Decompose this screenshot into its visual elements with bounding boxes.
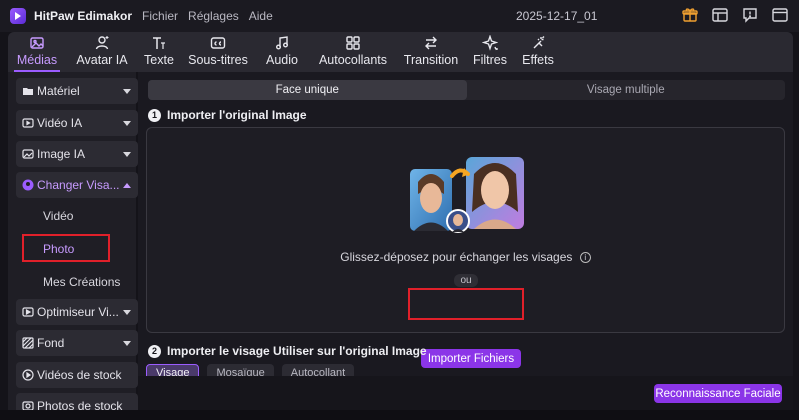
background-icon xyxy=(22,337,34,349)
face-swap-icon xyxy=(22,179,34,191)
window-icon[interactable] xyxy=(771,6,789,24)
text-icon xyxy=(151,35,167,51)
step-title: Importer l'original Image xyxy=(167,108,307,122)
tool-effets[interactable]: Effets xyxy=(516,32,560,72)
sidebar-subitem-video[interactable]: Vidéo xyxy=(43,209,73,223)
dropzone-hint: Glissez-déposez pour échanger les visage… xyxy=(147,250,784,264)
bottom-edge xyxy=(0,410,799,420)
or-separator: ou xyxy=(454,274,478,287)
info-icon[interactable]: i xyxy=(579,252,591,264)
media-icon xyxy=(29,35,45,51)
chevron-down-icon xyxy=(120,86,134,96)
tool-audio[interactable]: Audio xyxy=(256,32,308,72)
menu-file[interactable]: Fichier xyxy=(142,9,178,23)
sidebar-subitem-mes-creations[interactable]: Mes Créations xyxy=(43,275,120,289)
step-1-heading: 1 Importer l'original Image xyxy=(148,108,307,122)
video-ai-icon xyxy=(22,117,34,129)
sidebar-item-optimiseur[interactable]: Optimiseur Vi... xyxy=(16,299,138,325)
face-recognition-button[interactable]: Reconnaissance Faciale xyxy=(654,384,782,403)
import-highlight-box xyxy=(408,288,524,320)
gift-icon[interactable] xyxy=(681,6,699,24)
main-toolbar: Médias Avatar IA Texte Sous-titres Audio… xyxy=(8,32,793,72)
mode-tabs: Face unique Visage multiple xyxy=(148,80,785,100)
tab-visage-multiple[interactable]: Visage multiple xyxy=(467,80,786,100)
step-number: 2 xyxy=(148,344,161,358)
tool-autocollants[interactable]: Autocollants xyxy=(308,32,398,72)
sidebar-item-videos-stock[interactable]: Vidéos de stock xyxy=(16,362,138,388)
tool-texte[interactable]: Texte xyxy=(138,32,180,72)
tool-medias[interactable]: Médias xyxy=(8,32,66,72)
filters-icon xyxy=(482,35,498,51)
tool-filtres[interactable]: Filtres xyxy=(464,32,516,72)
effects-icon xyxy=(530,35,546,51)
menu-settings[interactable]: Réglages xyxy=(188,9,239,23)
optimizer-icon xyxy=(22,306,34,318)
sidebar-item-materiel[interactable]: Matériel xyxy=(16,78,138,104)
sidebar-item-image-ia[interactable]: Image IA xyxy=(16,141,138,167)
transition-icon xyxy=(423,35,439,51)
chevron-down-icon xyxy=(120,307,134,317)
sidebar-item-video-ia[interactable]: Vidéo IA xyxy=(16,110,138,136)
app-title: HitPaw Edimakor xyxy=(34,9,133,23)
titlebar-icons xyxy=(681,6,789,24)
audio-icon xyxy=(274,35,290,51)
chevron-up-icon xyxy=(120,180,134,190)
chevron-down-icon xyxy=(120,118,134,128)
chat-icon[interactable] xyxy=(741,6,759,24)
step-number: 1 xyxy=(148,108,161,122)
chevron-down-icon xyxy=(120,149,134,159)
import-files-button[interactable]: Importer Fichiers xyxy=(421,349,521,368)
layout-icon[interactable] xyxy=(711,6,729,24)
main-panel: Face unique Visage multiple 1 Importer l… xyxy=(138,72,793,420)
tool-avatar-ia[interactable]: Avatar IA xyxy=(66,32,138,72)
photo-highlight-box xyxy=(22,234,110,262)
tab-face-unique[interactable]: Face unique xyxy=(148,80,467,100)
app-window: HitPaw Edimakor Fichier Réglages Aide 20… xyxy=(0,0,799,420)
face-swap-illustration xyxy=(410,157,524,233)
image-ai-icon xyxy=(22,148,34,160)
subtitles-icon xyxy=(210,35,226,51)
sidebar-item-fond[interactable]: Fond xyxy=(16,330,138,356)
chevron-down-icon xyxy=(120,338,134,348)
menu-help[interactable]: Aide xyxy=(249,9,273,23)
tool-sous-titres[interactable]: Sous-titres xyxy=(180,32,256,72)
main-menu: Fichier Réglages Aide xyxy=(142,9,283,23)
avatar-icon xyxy=(94,35,110,51)
stock-video-icon xyxy=(22,369,34,381)
folder-icon xyxy=(22,85,34,97)
step-2-heading: 2 Importer le visage Utiliser sur l'orig… xyxy=(148,344,427,358)
sidebar-item-changer-visage[interactable]: Changer Visa... xyxy=(16,172,138,198)
app-logo-icon xyxy=(10,8,26,24)
step-title: Importer le visage Utiliser sur l'origin… xyxy=(167,344,427,358)
title-bar: HitPaw Edimakor Fichier Réglages Aide 20… xyxy=(0,0,799,32)
tool-transition[interactable]: Transition xyxy=(398,32,464,72)
stickers-icon xyxy=(345,35,361,51)
project-name: 2025-12-17_01 xyxy=(516,9,598,23)
